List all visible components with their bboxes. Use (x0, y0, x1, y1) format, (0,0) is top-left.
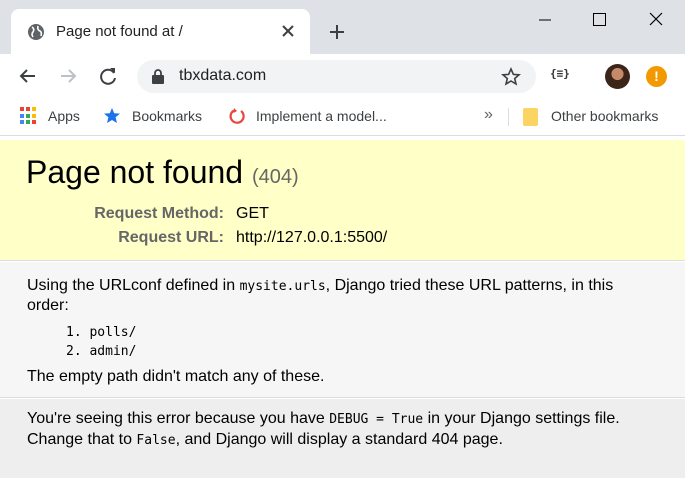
urlconf-description: Using the URLconf defined in mysite.urls… (27, 276, 647, 315)
bookmark-other-bookmarks[interactable]: Other bookmarks (551, 108, 658, 124)
maximize-icon[interactable] (580, 10, 620, 30)
url-text[interactable]: tbxdata.com (179, 67, 266, 85)
back-icon[interactable] (17, 65, 39, 87)
new-tab-icon[interactable] (327, 22, 347, 42)
request-url-value: http://127.0.0.1:5500/ (236, 229, 388, 246)
folder-icon (523, 108, 538, 126)
page-title-text: Page not found (26, 154, 244, 190)
status-code: (404) (251, 166, 299, 188)
list-item: 1. polls/ (66, 325, 137, 340)
debug-explanation: You're seeing this error because you hav… (0, 399, 685, 478)
reload-icon[interactable] (97, 65, 119, 87)
tab-title: Page not found at / (56, 23, 183, 40)
request-method-label: Request Method: (94, 205, 224, 222)
bookmarks-divider (508, 108, 509, 126)
browser-toolbar: tbxdata.com {≡} ! (0, 54, 685, 99)
address-bar[interactable]: tbxdata.com (137, 60, 536, 93)
error-info: Using the URLconf defined in mysite.urls… (0, 262, 685, 398)
minimize-icon[interactable] (525, 10, 565, 30)
error-summary: Page not found (404) Request Method: GET… (0, 140, 685, 261)
page-content: Page not found (404) Request Method: GET… (0, 137, 685, 478)
bookmark-apps[interactable]: Apps (48, 108, 80, 124)
globe-icon (28, 24, 44, 40)
refresh-ring-icon (229, 108, 245, 124)
urlconf-module: mysite.urls (239, 279, 326, 294)
debug-suffix: , and Django will display a standard 404… (175, 431, 503, 448)
star-icon (104, 108, 120, 123)
bookmarks-overflow-chevron[interactable]: » (484, 106, 493, 124)
debug-explanation-text: You're seeing this error because you hav… (27, 409, 667, 451)
request-url-label: Request URL: (118, 229, 224, 246)
request-method-value: GET (236, 205, 269, 222)
list-item: 2. admin/ (66, 344, 137, 359)
apps-grid-icon (20, 107, 38, 125)
bookmarks-bar: Apps Bookmarks Implement a model... » Ot… (0, 99, 685, 136)
page-title: Page not found (404) (26, 154, 299, 191)
update-alert-icon[interactable]: ! (646, 66, 667, 87)
debug-prefix: You're seeing this error because you hav… (27, 410, 330, 427)
urlconf-prefix: Using the URLconf defined in (27, 277, 240, 294)
json-extension-icon[interactable]: {≡} (550, 67, 570, 80)
close-tab-icon[interactable] (280, 23, 296, 39)
window-close-icon[interactable] (636, 10, 676, 30)
no-match-message: The empty path didn't match any of these… (27, 368, 325, 385)
tab-strip: Page not found at / (0, 0, 685, 54)
browser-tab[interactable]: Page not found at / (11, 9, 310, 54)
debug-false: False (136, 433, 176, 448)
bookmark-bookmarks[interactable]: Bookmarks (132, 108, 202, 124)
lock-icon[interactable] (151, 69, 165, 84)
bookmark-implement-model[interactable]: Implement a model... (256, 108, 387, 124)
profile-avatar[interactable] (605, 64, 630, 89)
debug-setting: DEBUG = True (329, 412, 424, 427)
forward-icon[interactable] (57, 65, 79, 87)
url-pattern-list: 1. polls/ 2. admin/ (66, 323, 136, 361)
bookmark-star-icon[interactable] (501, 67, 521, 87)
